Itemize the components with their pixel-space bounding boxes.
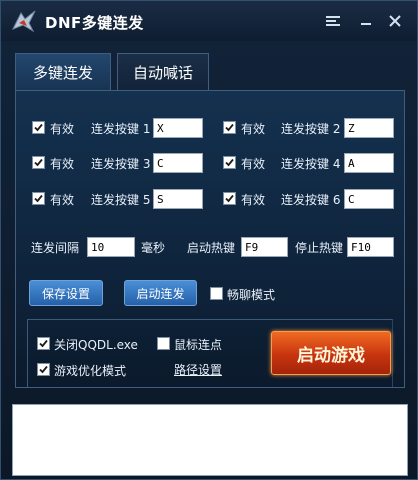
start-hotkey-input[interactable]: F9 xyxy=(241,237,288,257)
close-qqdl-label: 关闭QQDL.exe xyxy=(54,338,138,352)
interval-label: 连发间隔 xyxy=(31,241,80,255)
key-6-enabled-checkbox[interactable] xyxy=(223,192,236,205)
key-5-enabled-checkbox[interactable] xyxy=(32,192,45,205)
key-2-label: 连发按键 2 xyxy=(281,122,341,136)
main-window: DNF多键连发 多键连发 自动喊话 有效 连发按键 1 X 有效 连发按键 2 … xyxy=(0,0,418,480)
settings-icon[interactable] xyxy=(323,11,343,31)
key-4-input[interactable]: A xyxy=(344,153,394,173)
interval-input[interactable]: 10 xyxy=(87,237,135,257)
key-5-input[interactable]: S xyxy=(153,189,203,209)
interval-unit-label: 毫秒 xyxy=(141,241,166,255)
close-icon[interactable] xyxy=(385,11,405,31)
window-title: DNF多键连发 xyxy=(45,14,144,32)
key-6-input[interactable]: C xyxy=(344,189,394,209)
mouse-click-label: 鼠标连点 xyxy=(174,338,223,352)
tab-multi-key[interactable]: 多键连发 xyxy=(15,53,111,91)
key-3-enabled-label: 有效 xyxy=(50,157,75,171)
close-qqdl-checkbox[interactable] xyxy=(37,337,50,350)
key-3-input[interactable]: C xyxy=(153,153,203,173)
save-settings-button[interactable]: 保存设置 xyxy=(29,280,103,306)
tab-auto-shout[interactable]: 自动喊话 xyxy=(117,53,209,91)
path-settings-link[interactable]: 路径设置 xyxy=(174,361,222,378)
key-3-label: 连发按键 3 xyxy=(91,157,151,171)
key-4-enabled-label: 有效 xyxy=(241,157,266,171)
key-5-enabled-label: 有效 xyxy=(50,193,75,207)
key-5-label: 连发按键 5 xyxy=(91,193,151,207)
log-output-area[interactable] xyxy=(12,404,408,476)
game-optimize-checkbox[interactable] xyxy=(37,363,50,376)
key-1-label: 连发按键 1 xyxy=(91,122,151,136)
key-2-enabled-label: 有效 xyxy=(241,122,266,136)
game-optimize-label: 游戏优化模式 xyxy=(54,364,127,378)
chat-mode-checkbox[interactable] xyxy=(210,287,223,300)
dragon-logo-icon xyxy=(11,9,37,33)
start-hotkey-label: 启动热键 xyxy=(187,241,236,255)
key-1-input[interactable]: X xyxy=(153,118,203,138)
title-bar[interactable]: DNF多键连发 xyxy=(1,1,417,41)
start-game-button[interactable]: 启动游戏 xyxy=(271,331,391,375)
key-6-enabled-label: 有效 xyxy=(241,193,266,207)
key-3-enabled-checkbox[interactable] xyxy=(32,156,45,169)
key-6-label: 连发按键 6 xyxy=(281,193,341,207)
key-1-enabled-label: 有效 xyxy=(50,122,75,136)
stop-hotkey-input[interactable]: F10 xyxy=(347,237,394,257)
mouse-click-checkbox[interactable] xyxy=(157,337,170,350)
chat-mode-label: 畅聊模式 xyxy=(227,288,276,302)
minimize-icon[interactable] xyxy=(356,11,376,31)
stop-hotkey-label: 停止热键 xyxy=(295,241,344,255)
key-2-input[interactable]: Z xyxy=(344,118,394,138)
key-4-enabled-checkbox[interactable] xyxy=(223,156,236,169)
start-burst-button[interactable]: 启动连发 xyxy=(124,280,197,306)
key-1-enabled-checkbox[interactable] xyxy=(32,121,45,134)
key-4-label: 连发按键 4 xyxy=(281,157,341,171)
key-2-enabled-checkbox[interactable] xyxy=(223,121,236,134)
